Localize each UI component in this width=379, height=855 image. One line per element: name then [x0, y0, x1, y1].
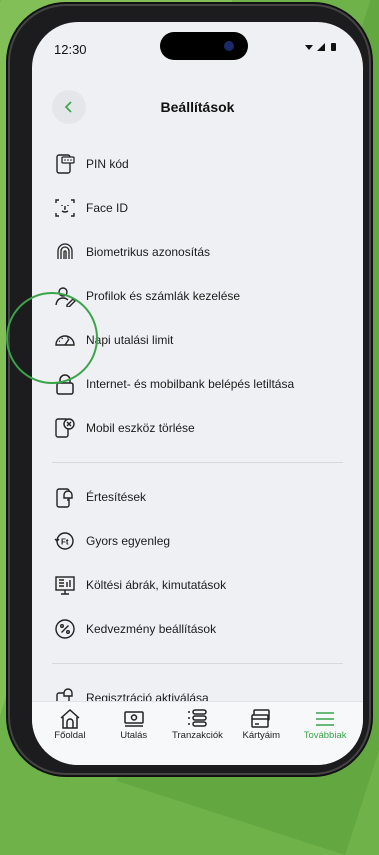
tab-transactions[interactable]: Tranzakciók	[167, 702, 227, 765]
menu-item-face-id[interactable]: Face ID	[32, 186, 363, 230]
menu-item-biometric[interactable]: Biometrikus azonosítás	[32, 230, 363, 274]
menu-item-label: Napi utalási limit	[86, 333, 174, 347]
status-bar: 12:30	[32, 22, 363, 72]
camera-icon	[224, 41, 234, 51]
phone-frame: 12:30 Beállítások PIN kód Face ID Biomet…	[8, 4, 371, 775]
tab-label: Kártyáim	[242, 730, 281, 741]
menu-item-label: Internet- és mobilbank belépés letiltása	[86, 377, 295, 391]
status-time: 12:30	[54, 42, 87, 57]
tab-bar: Főoldal Utalás Tranzakciók Kártyáim Tová…	[32, 701, 363, 765]
menu-item-label: Kedvezmény beállítások	[86, 622, 217, 636]
screen: 12:30 Beállítások PIN kód Face ID Biomet…	[32, 22, 363, 765]
notification-phone-icon	[54, 486, 76, 508]
cards-icon	[249, 708, 273, 730]
home-icon	[58, 708, 82, 730]
highlight-circle	[6, 292, 98, 384]
menu-item-label: PIN kód	[86, 157, 129, 171]
chart-board-icon	[54, 574, 76, 596]
percent-icon	[54, 618, 76, 640]
menu-item-label: Profilok és számlák kezelése	[86, 289, 241, 303]
list-icon	[185, 708, 209, 730]
face-id-icon	[54, 197, 76, 219]
divider	[52, 462, 343, 463]
menu-item-label: Mobil eszköz törlése	[86, 421, 195, 435]
banknote-icon	[122, 708, 146, 730]
tab-label: Tranzakciók	[172, 730, 223, 741]
menu-item-delete-device[interactable]: Mobil eszköz törlése	[32, 406, 363, 450]
settings-menu: PIN kód Face ID Biometrikus azonosítás P…	[32, 142, 363, 720]
menu-item-label: Költési ábrák, kimutatások	[86, 578, 227, 592]
quick-balance-icon: Ft	[54, 530, 76, 552]
menu-item-label: Gyors egyenleg	[86, 534, 171, 548]
divider	[52, 663, 343, 664]
svg-text:Ft: Ft	[61, 538, 69, 547]
menu-item-notifications[interactable]: Értesítések	[32, 475, 363, 519]
menu-item-quick-balance[interactable]: Ft Gyors egyenleg	[32, 519, 363, 563]
menu-item-spending-charts[interactable]: Költési ábrák, kimutatások	[32, 563, 363, 607]
phone-delete-icon	[54, 417, 76, 439]
tab-transfer[interactable]: Utalás	[104, 702, 164, 765]
fingerprint-icon	[54, 241, 76, 263]
menu-item-discounts[interactable]: Kedvezmény beállítások	[32, 607, 363, 651]
tab-cards[interactable]: Kártyáim	[231, 702, 291, 765]
header: Beállítások	[32, 90, 363, 130]
tab-label: Főoldal	[54, 730, 86, 741]
page-title: Beállítások	[160, 99, 235, 115]
tab-label: Továbbiak	[303, 730, 347, 741]
pin-phone-icon	[54, 153, 76, 175]
menu-icon	[313, 708, 337, 730]
dynamic-island	[160, 32, 248, 60]
tab-label: Utalás	[120, 730, 148, 741]
menu-item-label: Értesítések	[86, 490, 147, 504]
signal-battery-icon	[305, 43, 336, 51]
system-icons	[303, 41, 343, 55]
tab-home[interactable]: Főoldal	[40, 702, 100, 765]
menu-item-label: Biometrikus azonosítás	[86, 245, 211, 259]
menu-item-pin[interactable]: PIN kód	[32, 142, 363, 186]
menu-item-label: Face ID	[86, 201, 129, 215]
tab-more[interactable]: Továbbiak	[295, 702, 355, 765]
